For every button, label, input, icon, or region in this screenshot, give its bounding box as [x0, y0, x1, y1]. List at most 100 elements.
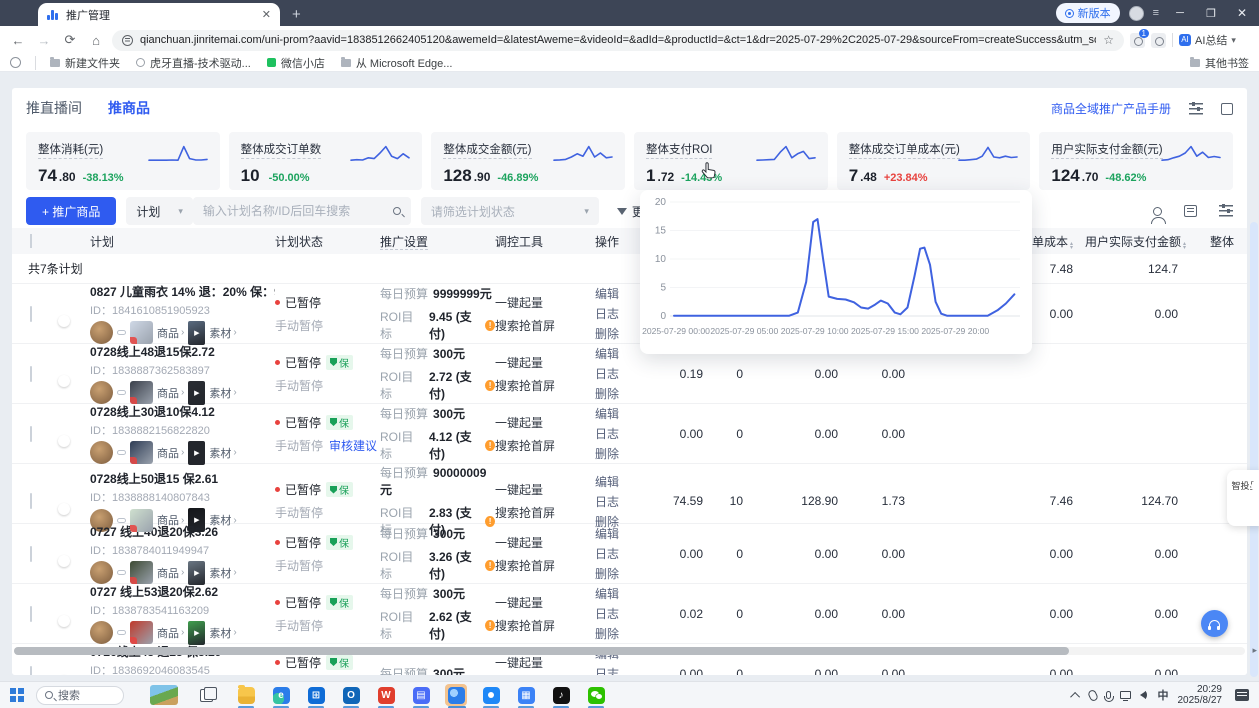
taskbar-search[interactable]: 搜索 [36, 686, 124, 705]
new-tab-button[interactable]: + [292, 6, 301, 23]
row-checkbox[interactable] [30, 426, 32, 442]
info-icon[interactable]: ! [485, 620, 495, 631]
metric-card[interactable]: 整体成交订单成本(元) 7 .48 +23.84% [837, 132, 1031, 190]
promote-product-button[interactable]: + 推广商品 [26, 197, 116, 225]
search-icon[interactable] [393, 207, 401, 215]
row-checkbox[interactable] [30, 306, 32, 322]
taskbar-app-file-explorer[interactable] [235, 684, 257, 706]
product-thumbnail[interactable] [130, 509, 153, 532]
tool-search-top-screen[interactable]: 搜索抢首屏 [495, 377, 595, 394]
material-thumbnail[interactable]: ▶ [188, 561, 205, 585]
log-link[interactable]: 日志 [595, 605, 655, 622]
info-icon[interactable]: ! [485, 380, 495, 391]
reading-list-icon[interactable] [10, 57, 21, 68]
back-button[interactable]: ← [8, 33, 28, 48]
scrollbar-thumb[interactable] [14, 647, 1069, 655]
page-vertical-scrollbar[interactable] [1250, 222, 1258, 677]
plan-title[interactable]: 0727 线上40退20保3.26 [90, 523, 275, 540]
review-suggestion-link[interactable]: 审核建议 [329, 437, 377, 454]
tool-one-key-boost[interactable]: 一键起量 [495, 354, 595, 371]
material-link-label[interactable]: 素材 [209, 625, 231, 641]
taskbar-app-douyin[interactable]: ♪ [550, 684, 572, 706]
edit-link[interactable]: 编辑 [595, 585, 655, 602]
product-thumbnail[interactable] [130, 441, 153, 464]
material-thumbnail[interactable]: ▶ [188, 381, 205, 405]
notification-center-icon[interactable] [1235, 689, 1249, 701]
metric-card[interactable]: 整体消耗(元) 74 .80 -38.13% [26, 132, 220, 190]
row-checkbox[interactable] [30, 493, 32, 509]
metric-card[interactable]: 整体成交订单数 10 -50.00% [229, 132, 423, 190]
scroll-right-arrow[interactable]: ▸ [1252, 645, 1257, 656]
log-link[interactable]: 日志 [595, 365, 655, 382]
plan-title[interactable]: 0727 线上53退20保2.62 [90, 583, 275, 600]
col-overall[interactable]: 整体 [1190, 233, 1247, 250]
material-link-label[interactable]: 素材 [209, 565, 231, 581]
material-link-label[interactable]: 素材 [209, 325, 231, 341]
microphone-icon[interactable] [1106, 691, 1111, 699]
taskbar-app-outlook[interactable]: O [340, 684, 362, 706]
col-plan-status[interactable]: 计划状态 [275, 233, 380, 250]
calendar-icon[interactable] [1184, 205, 1197, 217]
taskbar-app-wechat[interactable] [585, 684, 607, 706]
plan-type-select[interactable]: 计划▾ [126, 197, 193, 225]
tool-search-top-screen[interactable]: 搜索抢首屏 [495, 317, 595, 334]
metric-card[interactable]: 整体成交金额(元) 128 .90 -46.89% [431, 132, 625, 190]
assistant-widget[interactable]: 智投星 [1227, 470, 1259, 526]
info-icon[interactable]: ! [485, 440, 495, 451]
fullscreen-icon[interactable] [1221, 103, 1233, 115]
metric-card[interactable]: 用户实际支付金额(元) 124 .70 -48.62% [1039, 132, 1233, 190]
log-link[interactable]: 日志 [595, 665, 655, 675]
start-button[interactable] [10, 688, 24, 702]
info-icon[interactable]: ! [485, 560, 495, 571]
material-thumbnail[interactable]: ▶ [188, 321, 205, 345]
browser-menu-icon[interactable]: ≡ [1153, 7, 1160, 19]
browser-profile-avatar[interactable] [1129, 6, 1144, 21]
tool-search-top-screen[interactable]: 搜索抢首屏 [495, 437, 595, 454]
forward-button[interactable]: → [34, 33, 54, 48]
product-thumbnail[interactable] [130, 321, 153, 344]
taskbar-clock[interactable]: 20:29 2025/8/27 [1178, 684, 1223, 706]
tool-one-key-boost[interactable]: 一键起量 [495, 481, 595, 498]
tool-search-top-screen[interactable]: 搜索抢首屏 [495, 557, 595, 574]
col-settings[interactable]: 推广设置 [380, 233, 495, 250]
extensions-menu-icon[interactable] [1151, 33, 1166, 48]
edit-link[interactable]: 编辑 [595, 525, 655, 542]
col-plan[interactable]: 计划 [90, 233, 275, 250]
window-restore-button[interactable]: ❐ [1200, 7, 1222, 20]
delete-link[interactable]: 删除 [595, 625, 655, 642]
material-thumbnail[interactable]: ▶ [188, 441, 205, 465]
metric-card[interactable]: 整体支付ROI 1 .72 -14.43% [634, 132, 828, 190]
ime-indicator[interactable]: 中 [1158, 687, 1169, 703]
product-link-label[interactable]: 商品 [157, 385, 179, 401]
bookmark-star-icon[interactable]: ☆ [1103, 33, 1114, 47]
delete-link[interactable]: 删除 [595, 445, 655, 462]
tool-search-top-screen[interactable]: 搜索抢首屏 [495, 504, 595, 521]
product-link-label[interactable]: 商品 [157, 625, 179, 641]
reload-button[interactable]: ⟳ [60, 32, 80, 48]
plan-title[interactable]: 0728线上30退10保4.12 [90, 403, 275, 420]
bookmark-item[interactable]: 从 Microsoft Edge... [341, 55, 453, 71]
network-icon[interactable] [1120, 691, 1131, 699]
tab-promote-product[interactable]: 推商品 [108, 98, 150, 118]
column-settings-icon[interactable] [1219, 205, 1233, 217]
row-checkbox[interactable] [30, 546, 32, 562]
new-version-badge[interactable]: 新版本 [1056, 3, 1120, 23]
tool-one-key-boost[interactable]: 一键起量 [495, 414, 595, 431]
plan-title[interactable]: 0728线上50退15 保2.61 [90, 470, 275, 487]
other-bookmarks[interactable]: 其他书签 [1190, 55, 1249, 71]
material-link-label[interactable]: 素材 [209, 385, 231, 401]
product-thumbnail[interactable] [130, 621, 153, 644]
taskbar-app-blue-circle[interactable] [480, 684, 502, 706]
product-thumbnail[interactable] [130, 561, 153, 584]
log-link[interactable]: 日志 [595, 545, 655, 562]
settings-sliders-icon[interactable] [1189, 103, 1203, 115]
taskbar-app-active-browser[interactable] [445, 684, 467, 706]
row-checkbox[interactable] [30, 606, 32, 622]
tool-one-key-boost[interactable]: 一键起量 [495, 294, 595, 311]
plan-search[interactable] [193, 197, 411, 225]
product-link-label[interactable]: 商品 [157, 445, 179, 461]
help-support-button[interactable] [1201, 610, 1228, 637]
widgets-weather-thumbnail[interactable] [150, 685, 178, 705]
volume-icon[interactable] [1140, 691, 1146, 699]
delete-link[interactable]: 删除 [595, 385, 655, 402]
